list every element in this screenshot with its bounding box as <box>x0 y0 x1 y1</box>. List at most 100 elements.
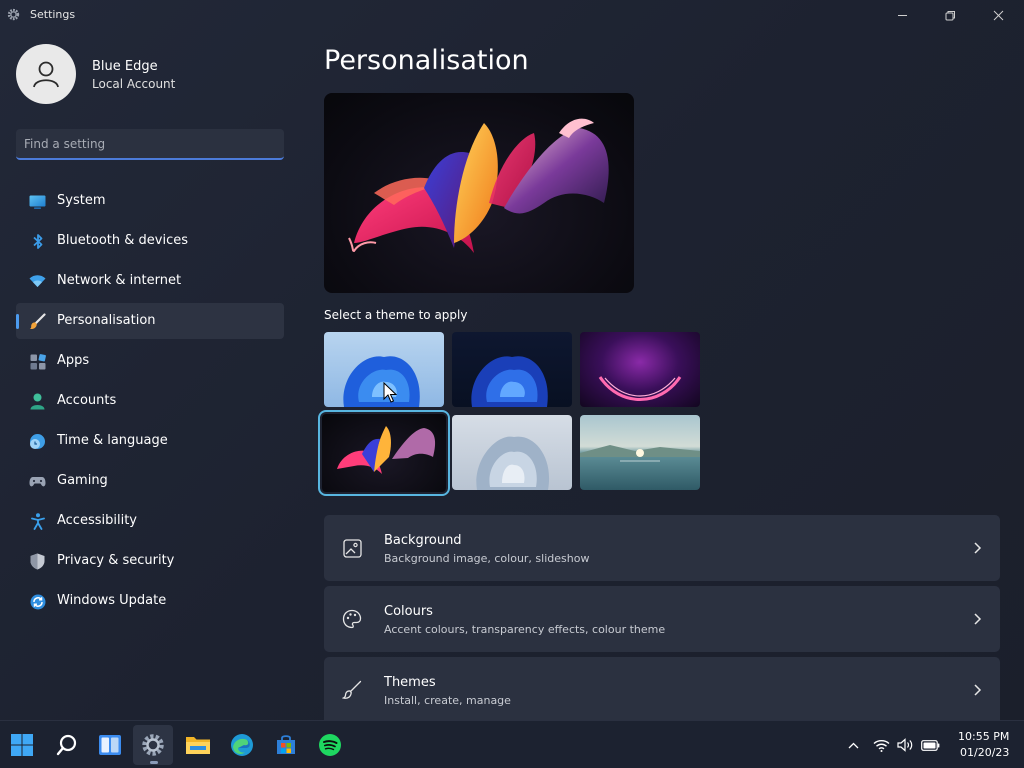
sidebar-item-label: Gaming <box>57 473 108 488</box>
settings-window: Settings Blue Edge Local Account System <box>0 0 1024 720</box>
wifi-icon <box>873 739 889 752</box>
sidebar-item-apps[interactable]: Apps <box>16 343 284 379</box>
clock-time[interactable]: 10:55 PM <box>958 730 1009 743</box>
show-hidden-icons-button[interactable] <box>845 735 861 755</box>
restore-button[interactable] <box>926 0 974 30</box>
brush-icon <box>342 680 362 700</box>
sidebar-item-label: Personalisation <box>57 313 156 328</box>
sidebar-item-label: Accessibility <box>57 513 137 528</box>
settings-icon <box>142 734 164 756</box>
themes-settings-card[interactable]: Themes Install, create, manage <box>324 657 1000 720</box>
mouse-cursor-icon <box>383 382 397 403</box>
accessibility-icon <box>29 513 46 530</box>
card-title: Background <box>384 533 462 548</box>
sidebar-item-personalisation[interactable]: Personalisation <box>16 303 284 339</box>
account-type: Local Account <box>92 77 176 91</box>
gamepad-icon <box>29 473 46 490</box>
card-title: Colours <box>384 604 433 619</box>
file-explorer-icon <box>186 737 210 754</box>
volume-button[interactable] <box>896 735 914 755</box>
clock-globe-icon <box>29 433 46 450</box>
card-title: Themes <box>384 675 436 690</box>
taskbar-search-button[interactable] <box>47 725 87 765</box>
theme-thumbnail-windows-dark[interactable] <box>452 332 572 407</box>
search-icon <box>56 734 77 756</box>
widgets-button[interactable] <box>90 725 130 765</box>
sidebar-item-accessibility[interactable]: Accessibility <box>16 503 284 539</box>
card-subtitle: Accent colours, transparency effects, co… <box>384 623 666 636</box>
sidebar-item-label: System <box>57 193 106 208</box>
avatar[interactable] <box>16 44 76 104</box>
refresh-icon <box>29 593 46 610</box>
themes-section-label: Select a theme to apply <box>324 308 468 322</box>
widgets-icon <box>99 735 121 755</box>
chevron-right-icon <box>974 684 982 696</box>
theme-thumbnail-sunrise[interactable] <box>452 415 572 490</box>
sidebar-item-label: Network & internet <box>57 273 182 288</box>
restore-icon <box>945 10 955 20</box>
start-button[interactable] <box>2 725 42 765</box>
apps-icon <box>29 353 46 370</box>
start-icon <box>11 734 33 756</box>
image-icon <box>342 538 362 558</box>
spotify-button[interactable] <box>310 725 350 765</box>
sidebar-item-accounts[interactable]: Accounts <box>16 383 284 419</box>
card-subtitle: Background image, colour, slideshow <box>384 552 590 565</box>
sidebar-item-privacy-security[interactable]: Privacy & security <box>16 543 284 579</box>
gear-icon <box>7 8 20 21</box>
search-box[interactable] <box>16 129 284 160</box>
sidebar-item-label: Windows Update <box>57 593 167 608</box>
theme-thumbnail-flow[interactable] <box>580 415 700 490</box>
shield-icon <box>29 553 46 570</box>
wifi-icon <box>29 273 46 290</box>
sidebar-item-time-language[interactable]: Time & language <box>16 423 284 459</box>
sidebar-item-label: Time & language <box>57 433 168 448</box>
title-bar: Settings <box>0 0 1024 30</box>
clock-date[interactable]: 01/20/23 <box>960 746 1009 759</box>
sidebar-item-label: Privacy & security <box>57 553 175 568</box>
sidebar-item-network[interactable]: Network & internet <box>16 263 284 299</box>
bluetooth-icon <box>29 233 46 250</box>
minimize-button[interactable] <box>878 0 926 30</box>
palette-icon <box>342 609 362 629</box>
sidebar-item-bluetooth[interactable]: Bluetooth & devices <box>16 223 284 259</box>
sidebar-item-label: Apps <box>57 353 90 368</box>
colours-settings-card[interactable]: Colours Accent colours, transparency eff… <box>324 586 1000 652</box>
chevron-up-icon <box>848 742 858 748</box>
search-input[interactable] <box>16 129 284 158</box>
network-status-button[interactable] <box>872 735 890 755</box>
sidebar-item-gaming[interactable]: Gaming <box>16 463 284 499</box>
chevron-right-icon <box>974 542 982 554</box>
chevron-right-icon <box>974 613 982 625</box>
store-icon <box>277 735 295 754</box>
spotify-icon <box>319 734 341 756</box>
sidebar-item-label: Accounts <box>57 393 117 408</box>
monitor-icon <box>29 193 46 210</box>
file-explorer-button[interactable] <box>178 725 218 765</box>
background-settings-card[interactable]: Background Background image, colour, sli… <box>324 515 1000 581</box>
theme-thumbnail-captured-motion[interactable] <box>318 410 450 496</box>
taskbar <box>0 720 1024 768</box>
person-icon <box>29 393 46 410</box>
battery-icon <box>920 739 939 751</box>
close-button[interactable] <box>974 0 1022 30</box>
volume-icon <box>896 738 912 752</box>
sidebar-item-windows-update[interactable]: Windows Update <box>16 583 284 619</box>
window-title: Settings <box>30 8 76 21</box>
active-indicator <box>16 314 19 329</box>
theme-thumbnail-glow[interactable] <box>580 332 700 407</box>
battery-button[interactable] <box>920 735 940 755</box>
sidebar-item-system[interactable]: System <box>16 183 284 219</box>
card-subtitle: Install, create, manage <box>384 694 511 707</box>
paintbrush-icon <box>29 313 46 330</box>
user-name: Blue Edge <box>92 59 158 74</box>
theme-preview-image <box>324 93 634 293</box>
edge-browser-button[interactable] <box>222 725 262 765</box>
settings-taskbar-button[interactable] <box>133 725 173 765</box>
close-icon <box>993 10 1003 20</box>
page-title: Personalisation <box>324 45 529 76</box>
minimize-icon <box>897 14 907 16</box>
sidebar-item-label: Bluetooth & devices <box>57 233 188 248</box>
edge-icon <box>231 734 253 756</box>
microsoft-store-button[interactable] <box>266 725 306 765</box>
